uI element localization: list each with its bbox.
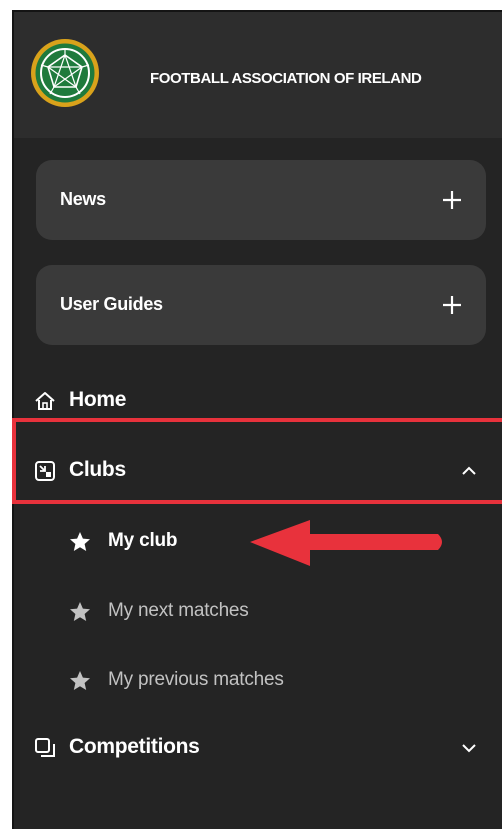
competitions-label: Competitions bbox=[69, 735, 200, 758]
news-label: News bbox=[60, 189, 106, 209]
sub-item-my-club[interactable]: My club bbox=[14, 516, 502, 566]
clubs-label: Clubs bbox=[69, 458, 126, 481]
sidebar-panel: FOOTBALL ASSOCIATION OF IRELAND News Use… bbox=[12, 10, 502, 829]
sub-item-my-previous-matches[interactable]: My previous matches bbox=[14, 655, 502, 705]
star-icon bbox=[70, 532, 90, 551]
org-name: FOOTBALL ASSOCIATION OF IRELAND bbox=[150, 70, 422, 87]
plus-icon[interactable] bbox=[440, 293, 464, 317]
home-icon bbox=[35, 392, 55, 410]
clubs-icon bbox=[35, 461, 55, 481]
my-previous-matches-label: My previous matches bbox=[108, 669, 284, 690]
sub-item-my-next-matches[interactable]: My next matches bbox=[14, 586, 502, 636]
user-guides-accordion[interactable]: User Guides bbox=[36, 265, 486, 345]
nav-item-home[interactable]: Home bbox=[14, 370, 502, 430]
faoi-crest-icon[interactable] bbox=[30, 38, 100, 108]
user-guides-label: User Guides bbox=[60, 294, 163, 314]
my-next-matches-label: My next matches bbox=[108, 600, 249, 621]
chevron-up-icon[interactable] bbox=[460, 462, 478, 480]
star-icon bbox=[70, 602, 90, 621]
home-label: Home bbox=[69, 388, 127, 411]
plus-icon[interactable] bbox=[440, 188, 464, 212]
news-accordion[interactable]: News bbox=[36, 160, 486, 240]
nav-item-clubs[interactable]: Clubs bbox=[14, 440, 502, 500]
nav-item-competitions[interactable]: Competitions bbox=[14, 717, 502, 777]
my-club-label: My club bbox=[108, 530, 178, 551]
star-icon bbox=[70, 671, 90, 690]
competitions-icon bbox=[35, 738, 55, 757]
sidebar-header: FOOTBALL ASSOCIATION OF IRELAND bbox=[14, 12, 502, 138]
chevron-down-icon[interactable] bbox=[460, 739, 478, 757]
